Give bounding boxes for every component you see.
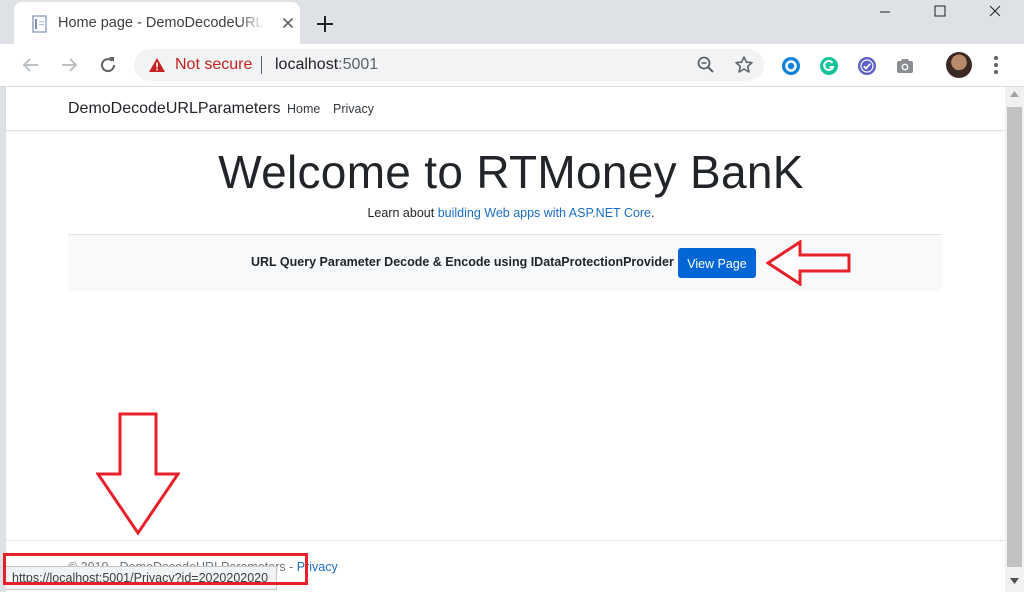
page-heading: Welcome to RTMoney BanK xyxy=(218,146,804,198)
close-window-icon[interactable] xyxy=(972,0,1018,28)
footer-divider xyxy=(6,540,1005,541)
omnibox-divider xyxy=(261,56,262,74)
vertical-scrollbar[interactable] xyxy=(1005,87,1024,592)
annotation-left-arrow-icon xyxy=(766,240,851,286)
check-extension-icon[interactable] xyxy=(857,56,877,76)
grammarly-icon[interactable] xyxy=(819,56,839,76)
view-page-button[interactable]: View Page xyxy=(678,248,756,278)
scroll-down-arrow-icon[interactable] xyxy=(1010,578,1019,584)
minimize-icon[interactable] xyxy=(862,0,908,28)
kebab-menu-icon[interactable] xyxy=(986,54,1006,76)
site-brand[interactable]: DemoDecodeURLParameters xyxy=(68,100,281,118)
annotation-highlight-box xyxy=(3,553,308,585)
browser-tab[interactable]: Home page - DemoDecodeURLParameters xyxy=(14,2,300,44)
opera-icon[interactable] xyxy=(781,56,801,76)
security-label[interactable]: Not secure xyxy=(175,56,252,74)
nav-link-privacy[interactable]: Privacy xyxy=(333,102,374,116)
scrollbar-thumb[interactable] xyxy=(1007,107,1022,567)
address-bar[interactable]: Not secure localhost:5001 xyxy=(134,49,764,81)
nav-link-home[interactable]: Home xyxy=(287,102,320,116)
scroll-up-arrow-icon[interactable] xyxy=(1010,91,1019,97)
learn-suffix: . xyxy=(651,206,655,220)
annotation-down-arrow-icon xyxy=(96,412,180,536)
back-arrow-icon[interactable] xyxy=(20,54,42,76)
bookmark-star-icon[interactable] xyxy=(734,55,754,75)
learn-line: Learn about building Web apps with ASP.N… xyxy=(6,206,1016,220)
aspnet-docs-link[interactable]: building Web apps with ASP.NET Core xyxy=(438,206,651,220)
zoom-magnifier-icon[interactable] xyxy=(696,55,716,75)
forward-arrow-icon[interactable] xyxy=(58,54,80,76)
close-tab-icon[interactable] xyxy=(278,13,298,33)
site-navbar: DemoDecodeURLParameters Home Privacy xyxy=(6,87,1005,131)
camera-icon[interactable] xyxy=(895,56,915,76)
reload-icon[interactable] xyxy=(97,54,119,76)
new-tab-plus-icon[interactable] xyxy=(312,11,338,37)
tab-strip: Home page - DemoDecodeURLParameters xyxy=(0,0,1024,44)
browser-toolbar: Not secure localhost:5001 xyxy=(0,44,1024,87)
url-host: localhost xyxy=(275,56,339,73)
learn-prefix: Learn about xyxy=(367,206,438,220)
tab-title: Home page - DemoDecodeURLParameters xyxy=(58,15,264,31)
url-text[interactable]: localhost:5001 xyxy=(275,56,378,74)
maximize-icon[interactable] xyxy=(917,0,963,28)
profile-avatar[interactable] xyxy=(946,52,972,78)
warning-triangle-icon[interactable] xyxy=(148,57,166,73)
page-favicon-icon xyxy=(32,15,47,33)
url-port: :5001 xyxy=(338,56,379,73)
panel-description: URL Query Parameter Decode & Encode usin… xyxy=(251,255,674,269)
